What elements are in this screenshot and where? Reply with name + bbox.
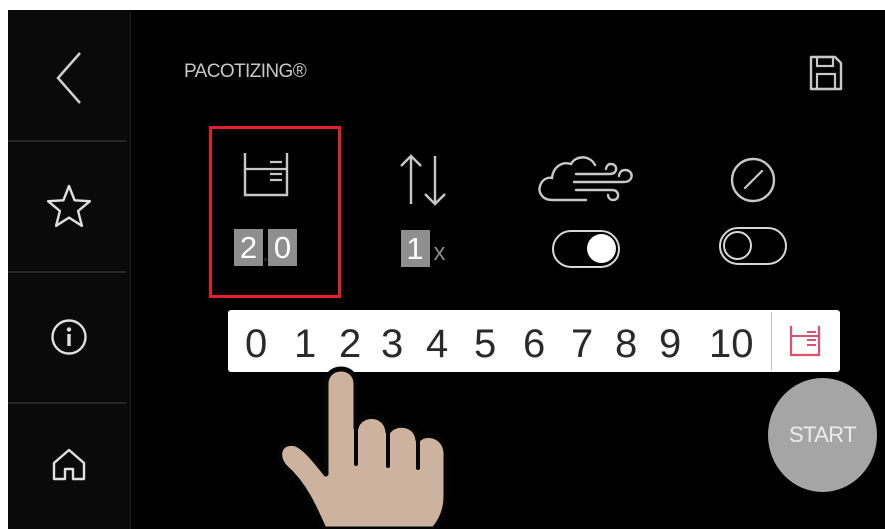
pressure-setting[interactable] bbox=[719, 155, 787, 265]
air-setting[interactable] bbox=[534, 152, 638, 268]
save-icon bbox=[809, 55, 843, 91]
cloud-wind-icon bbox=[538, 156, 633, 202]
picker-option[interactable]: 9 bbox=[659, 322, 681, 367]
picker-option[interactable]: 6 bbox=[523, 322, 545, 367]
toggle-knob bbox=[723, 231, 752, 260]
home-icon bbox=[52, 448, 86, 481]
air-toggle[interactable] bbox=[552, 230, 620, 268]
info-icon bbox=[51, 319, 87, 355]
picker-option[interactable]: 5 bbox=[474, 322, 496, 367]
repeat-suffix: x bbox=[433, 239, 446, 266]
selection-highlight bbox=[209, 126, 341, 298]
home-button[interactable] bbox=[8, 404, 130, 524]
up-down-arrows-icon bbox=[400, 154, 446, 206]
device-screen: PACOTIZING® 2 0 1 x 0 1 2 3 4 5 6 7 8 9 … bbox=[8, 10, 885, 529]
favorites-button[interactable] bbox=[8, 142, 130, 270]
page-title: PACOTIZING® bbox=[184, 61, 307, 82]
toggle-knob bbox=[587, 234, 616, 263]
repeat-digit: 1 bbox=[400, 230, 430, 267]
sidebar bbox=[8, 10, 130, 529]
start-label: START bbox=[788, 422, 857, 447]
save-button[interactable] bbox=[808, 54, 844, 97]
chevron-left-icon bbox=[56, 52, 81, 104]
picker-option[interactable]: 7 bbox=[571, 322, 593, 367]
pointing-hand-icon bbox=[277, 366, 449, 529]
pressure-toggle[interactable] bbox=[719, 227, 787, 265]
beaker-icon bbox=[789, 326, 821, 357]
picker-option[interactable]: 10 bbox=[709, 322, 754, 367]
repeat-value: 1 x bbox=[400, 230, 446, 267]
back-button[interactable] bbox=[8, 20, 130, 136]
start-button[interactable]: START bbox=[768, 378, 877, 492]
info-button[interactable] bbox=[8, 273, 130, 401]
star-icon bbox=[46, 184, 92, 227]
picker-option[interactable]: 0 bbox=[245, 322, 267, 367]
gauge-icon bbox=[730, 157, 776, 203]
repeat-setting[interactable]: 1 x bbox=[395, 152, 451, 267]
picker-option[interactable]: 8 bbox=[615, 322, 637, 367]
picker-divider bbox=[771, 312, 772, 370]
sidebar-border bbox=[130, 10, 131, 529]
